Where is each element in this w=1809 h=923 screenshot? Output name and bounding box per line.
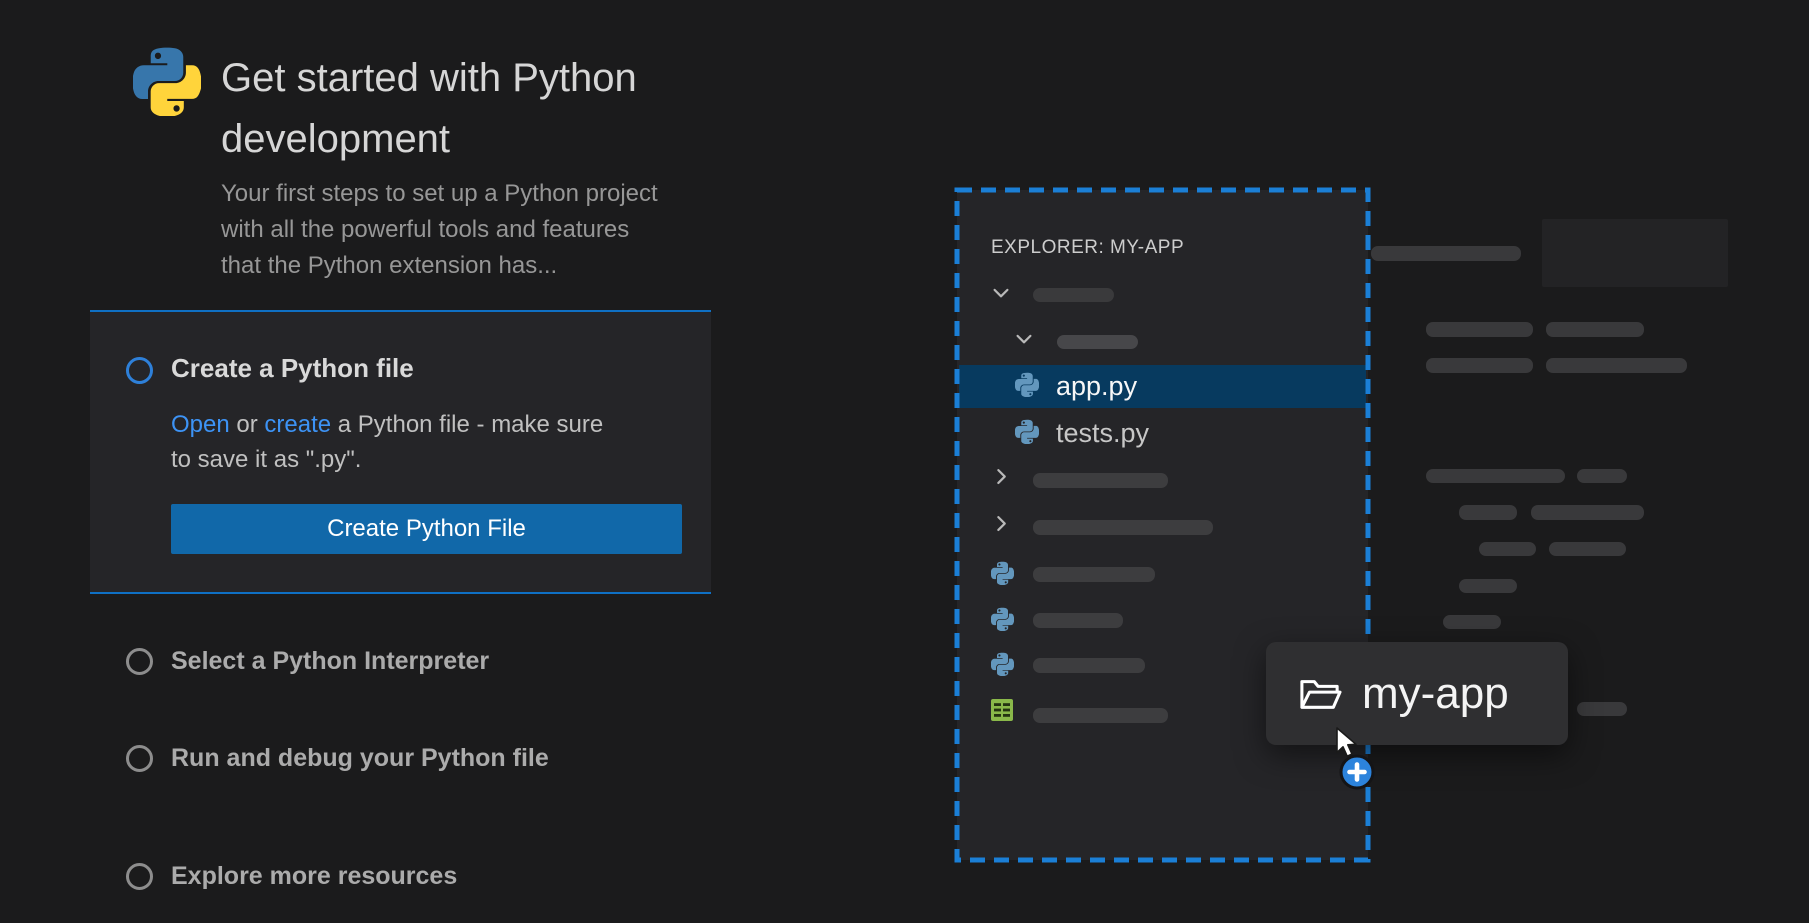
skeleton-bar [1426,322,1533,337]
skeleton-bar [1479,542,1536,556]
step-radio-active [126,357,153,384]
python-logo-icon [133,46,201,116]
skeleton-bar [1443,615,1501,629]
step-label: Run and debug your Python file [171,744,549,773]
skeleton-bar [1577,469,1627,483]
create-python-file-button[interactable]: Create Python File [171,504,682,554]
skeleton-bar [1426,469,1565,483]
skeleton-bar [1371,246,1521,261]
skeleton-bar [1531,505,1644,520]
skeleton-bar [1549,542,1626,556]
skeleton-bar [1426,358,1533,373]
step-radio [126,745,153,772]
page-title: Get started with Python development [221,48,671,170]
add-plus-badge-icon [1338,753,1378,793]
active-step-card[interactable]: Create a Python file Open or create a Py… [90,310,711,594]
step-label: Select a Python Interpreter [171,647,489,676]
drag-ghost-label: my-app [1362,669,1509,719]
folder-open-icon [1298,674,1342,714]
page-subtitle: Your first steps to set up a Python proj… [221,176,673,284]
skeleton-bar [1459,505,1517,520]
dashed-focus-border [950,183,1375,867]
skeleton-panel [1542,219,1728,287]
step-select-interpreter[interactable]: Select a Python Interpreter [126,647,489,676]
create-file-link[interactable]: create [264,411,331,438]
step-explore-resources[interactable]: Explore more resources [126,862,457,891]
step-radio [126,648,153,675]
skeleton-bar [1459,579,1517,593]
skeleton-bar [1546,358,1687,373]
python-walkthrough-page: Get started with Python development Your… [0,0,1809,923]
step-run-and-debug[interactable]: Run and debug your Python file [126,744,549,773]
active-step-title: Create a Python file [171,353,414,384]
description-text: or [230,411,265,438]
skeleton-bar [1546,322,1644,337]
skeleton-bar [1577,702,1627,716]
step-radio [126,863,153,890]
step-label: Explore more resources [171,862,457,891]
active-step-description: Open or create a Python file - make sure… [171,407,621,477]
drag-ghost-my-app: my-app [1266,642,1568,745]
open-file-link[interactable]: Open [171,411,230,438]
mouse-cursor-icon [1334,727,1360,759]
